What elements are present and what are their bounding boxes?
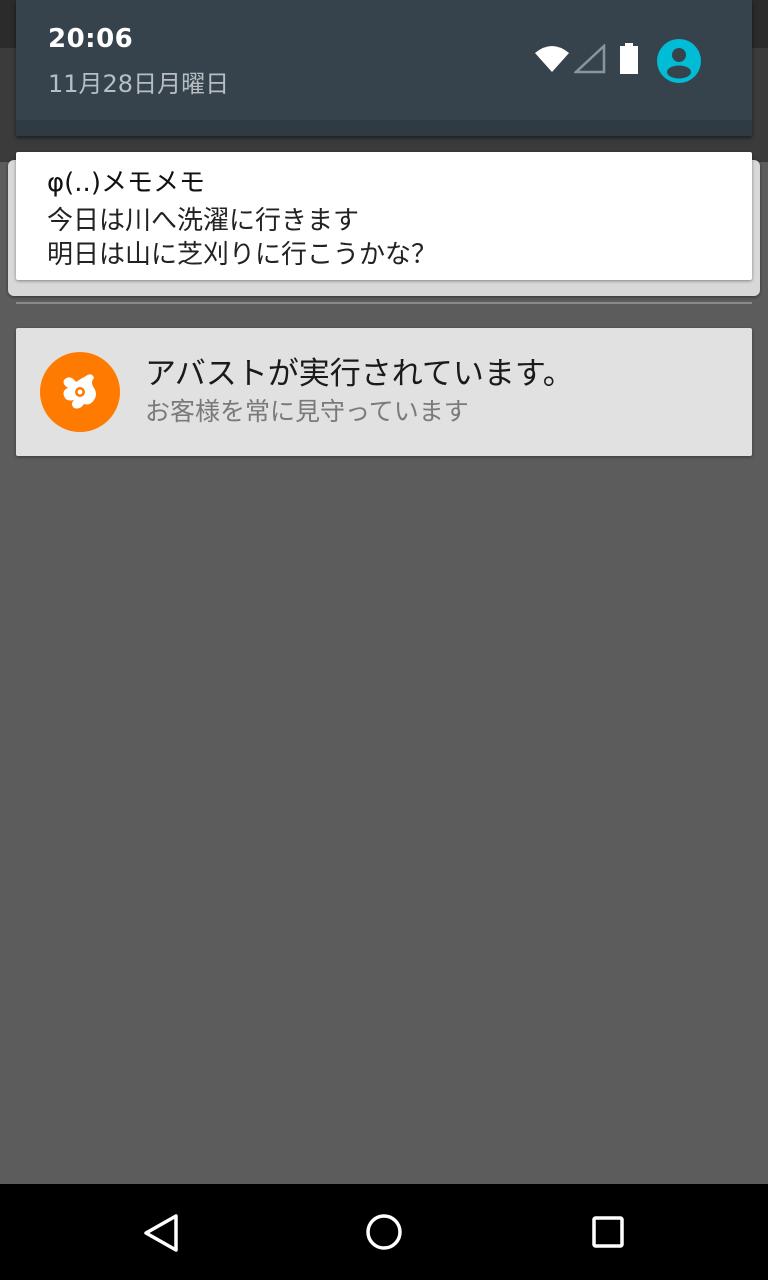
notification-title: アバストが実行されています。	[145, 356, 574, 392]
battery-icon	[620, 43, 638, 74]
user-avatar-icon[interactable]	[656, 38, 702, 84]
home-icon	[366, 1214, 402, 1250]
notification-title: φ(..)メモメモ	[47, 168, 205, 198]
notification-line: 明日は山に芝刈りに行こうかな？	[47, 240, 438, 270]
header-bottom-strip	[16, 120, 752, 136]
notification-line: 今日は川へ洗濯に行きます	[47, 206, 360, 236]
avast-logo-icon	[40, 352, 120, 432]
back-button[interactable]	[136, 1208, 184, 1256]
status-icons	[534, 38, 714, 84]
notification-subtitle: お客様を常に見守っています	[145, 397, 469, 426]
clock: 20:06	[48, 24, 134, 54]
recent-apps-icon	[592, 1216, 624, 1248]
date[interactable]: 11月28日月曜日	[48, 64, 229, 99]
notification-divider	[16, 302, 752, 304]
avast-notification[interactable]: アバストが実行されています。 お客様を常に見守っています	[16, 328, 752, 456]
recent-apps-button[interactable]	[584, 1208, 632, 1256]
navigation-bar	[0, 1184, 768, 1280]
memo-notification[interactable]: φ(..)メモメモ 今日は川へ洗濯に行きます 明日は山に芝刈りに行こうかな？	[16, 152, 752, 280]
cell-signal-icon	[574, 44, 606, 74]
home-button[interactable]	[360, 1208, 408, 1256]
quick-settings-header[interactable]: 20:06 11月28日月曜日	[16, 0, 752, 136]
wifi-icon	[535, 46, 569, 72]
back-icon	[144, 1214, 178, 1252]
